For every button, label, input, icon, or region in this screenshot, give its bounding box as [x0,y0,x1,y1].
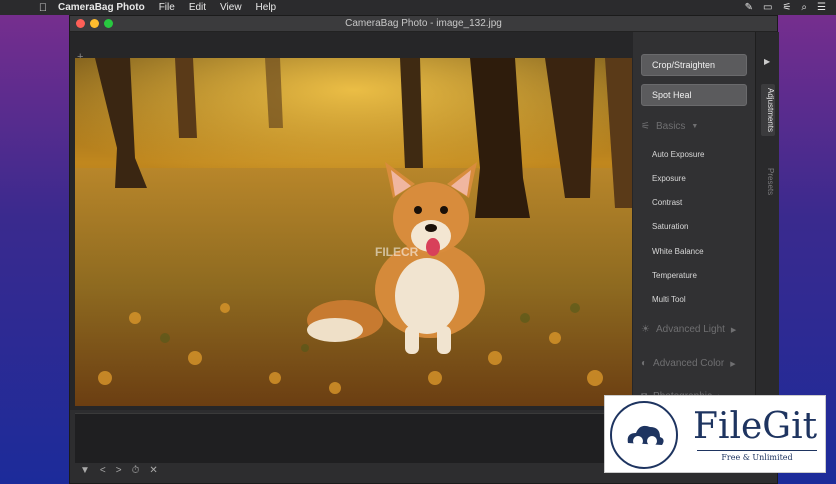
adjustment-multi-tool[interactable]: Multi Tool [652,295,686,304]
close-icon[interactable]: ✕ [149,465,157,476]
history-icon[interactable]: ⏱ [132,465,140,476]
section-advanced-color-label: Advanced Color [653,358,725,369]
section-advanced-light-label: Advanced Light [655,324,725,335]
menu-bar:  CameraBag Photo File Edit View Help ✎ … [0,0,836,15]
search-icon[interactable]: ⌕ [801,2,807,13]
filegit-subtitle: Free & Unlimited [697,450,817,462]
next-icon[interactable]: > [116,465,122,476]
chevron-down-icon: ▼ [691,123,699,130]
tab-presets[interactable]: Presets [761,168,775,195]
close-window-button[interactable] [76,19,85,28]
crop-straighten-button[interactable]: Crop/Straighten [641,54,747,76]
zoom-window-button[interactable] [104,19,113,28]
canvas-area: + FILECR [70,32,635,410]
sliders-icon[interactable]: ⚟ [782,2,791,13]
window-controls [76,19,113,28]
filegit-badge: FileGit Free & Unlimited [604,395,826,473]
adjustment-contrast[interactable]: Contrast [652,198,682,207]
brush-icon[interactable]: ✎ [745,2,753,13]
adjustment-saturation[interactable]: Saturation [652,222,688,231]
collapse-icon[interactable]: ▼ [80,465,90,476]
window-title: CameraBag Photo - image_132.jpg [345,18,502,29]
minimize-window-button[interactable] [90,19,99,28]
display-icon[interactable]: ▭ [763,2,772,13]
menu-edit[interactable]: Edit [189,2,206,13]
title-bar: CameraBag Photo - image_132.jpg [70,16,777,32]
spot-heal-button[interactable]: Spot Heal [641,84,747,106]
filegit-title: FileGit [693,406,818,447]
dog-photo-image [75,58,632,406]
bottom-controls: ▼ < > ⏱ ✕ [80,463,158,477]
app-menu[interactable]: CameraBag Photo [58,2,145,13]
tab-adjustments[interactable]: Adjustments [761,84,775,137]
section-basics-label: Basics [655,121,686,132]
section-advanced-color[interactable]: ◐ Advanced Color ▶ [641,358,736,369]
menu-view[interactable]: View [220,2,242,13]
menu-help[interactable]: Help [256,2,277,13]
adjustments-panel: Crop/Straighten Spot Heal ⚟ Basics ▼ Aut… [633,32,755,412]
adjustment-temperature[interactable]: Temperature [652,271,697,280]
play-icon[interactable]: ▶ [764,57,770,66]
sliders-icon: ⚟ [641,121,650,132]
filmstrip[interactable] [75,413,632,463]
photo-watermark: FILECR [375,245,419,259]
color-icon: ◐ [641,358,648,369]
apple-icon[interactable]:  [28,2,58,14]
adjustment-exposure[interactable]: Exposure [652,174,686,183]
previous-icon[interactable]: < [100,465,106,476]
adjustment-white-balance[interactable]: White Balance [652,247,704,256]
sun-icon: ☀ [641,324,650,335]
section-basics[interactable]: ⚟ Basics ▼ [641,121,698,132]
cloud-icon [627,425,664,446]
panel-tab-strip: ▶ Adjustments Presets [755,32,779,412]
adjustment-auto-exposure[interactable]: Auto Exposure [652,150,704,159]
section-advanced-light[interactable]: ☀ Advanced Light ▶ [641,324,736,335]
filegit-logo [610,401,678,469]
chevron-right-icon: ▶ [730,360,736,368]
status-icons: ✎ ▭ ⚟ ⌕ ☰ [745,0,826,15]
photo-preview[interactable]: FILECR [75,58,632,406]
menu-file[interactable]: File [159,2,175,13]
chevron-right-icon: ▶ [730,326,737,334]
list-icon[interactable]: ☰ [817,2,826,13]
